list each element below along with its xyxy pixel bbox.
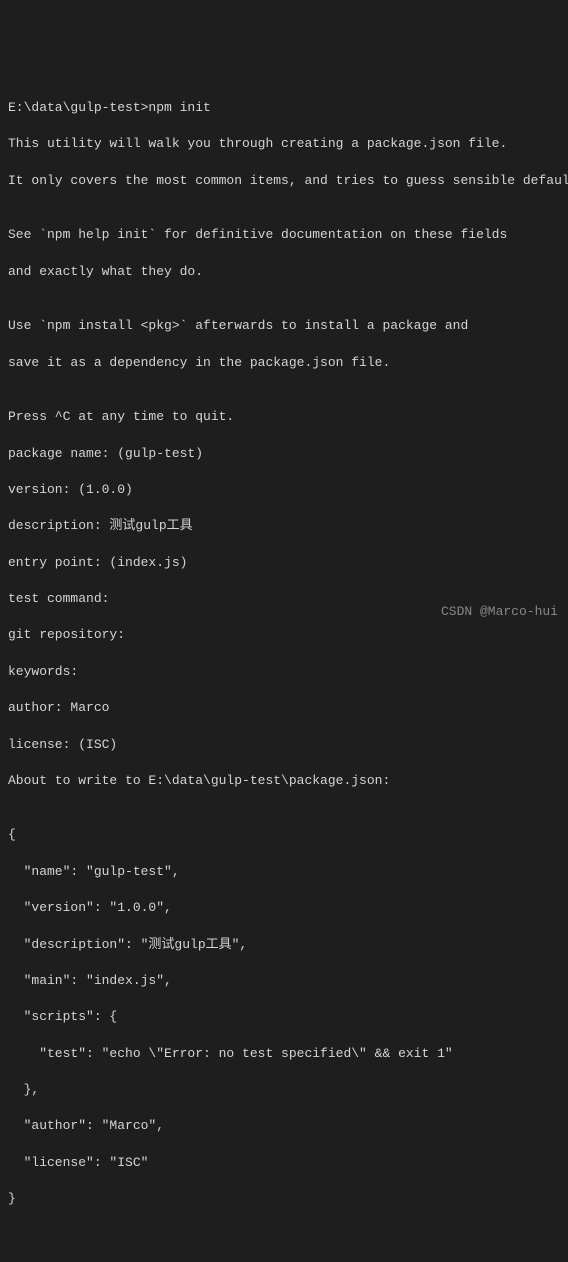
json-line-10: "license": "ISC" bbox=[8, 1154, 560, 1172]
intro-line-6: Use `npm install <pkg>` afterwards to in… bbox=[8, 317, 560, 335]
intro-line-1: It only covers the most common items, an… bbox=[8, 172, 560, 190]
question-git-repository: git repository: bbox=[8, 626, 560, 644]
question-description: description: 测试gulp工具 bbox=[8, 517, 560, 535]
intro-line-4: and exactly what they do. bbox=[8, 263, 560, 281]
question-keywords: keywords: bbox=[8, 663, 560, 681]
question-author: author: Marco bbox=[8, 699, 560, 717]
json-line-2: "name": "gulp-test", bbox=[8, 863, 560, 881]
json-line-9: "author": "Marco", bbox=[8, 1117, 560, 1135]
intro-line-9: Press ^C at any time to quit. bbox=[8, 408, 560, 426]
json-line-11: } bbox=[8, 1190, 560, 1208]
intro-line-0: This utility will walk you through creat… bbox=[8, 135, 560, 153]
question-version: version: (1.0.0) bbox=[8, 481, 560, 499]
intro-line-3: See `npm help init` for definitive docum… bbox=[8, 226, 560, 244]
question-license: license: (ISC) bbox=[8, 736, 560, 754]
watermark-text: CSDN @Marco-hui bbox=[441, 603, 558, 621]
json-line-1: { bbox=[8, 826, 560, 844]
question-package-name: package name: (gulp-test) bbox=[8, 445, 560, 463]
intro-line-7: save it as a dependency in the package.j… bbox=[8, 354, 560, 372]
json-line-6: "scripts": { bbox=[8, 1008, 560, 1026]
json-line-3: "version": "1.0.0", bbox=[8, 899, 560, 917]
json-line-5: "main": "index.js", bbox=[8, 972, 560, 990]
about-to-write: About to write to E:\data\gulp-test\pack… bbox=[8, 772, 560, 790]
json-line-8: }, bbox=[8, 1081, 560, 1099]
question-entry-point: entry point: (index.js) bbox=[8, 554, 560, 572]
prompt-line: E:\data\gulp-test>npm init bbox=[8, 99, 560, 117]
json-line-7: "test": "echo \"Error: no test specified… bbox=[8, 1045, 560, 1063]
json-line-4: "description": "测试gulp工具", bbox=[8, 936, 560, 954]
